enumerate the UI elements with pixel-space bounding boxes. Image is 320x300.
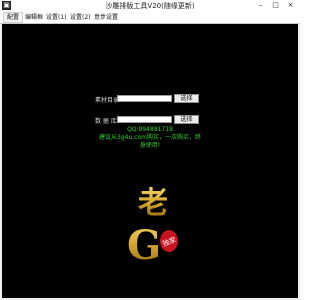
menu-item-advanced[interactable]: 意步设置	[91, 12, 121, 23]
maximize-button[interactable]: □	[271, 1, 280, 10]
material-dir-browse-button[interactable]: 选择	[174, 94, 199, 103]
purchase-advice-text: 建议从3g4u.com购买，一次购买，终	[99, 134, 201, 141]
database-browse-button[interactable]: 选择	[174, 115, 199, 124]
minimize-button[interactable]: –	[256, 1, 265, 10]
laog-logo: 老 G 独家	[127, 186, 178, 269]
close-button[interactable]: ×	[286, 1, 295, 10]
logo-char-big: G	[127, 222, 161, 269]
material-dir-input[interactable]	[117, 95, 172, 102]
menu-bar: 配置 编辑框 设置(1) 设置(2) 意步设置	[0, 12, 300, 24]
purchase-advice-text-2: 身使用!	[139, 142, 161, 149]
menu-item-settings-1[interactable]: 设置(1)	[43, 12, 70, 23]
window-title: 沙雕排版工具V20(随缘更新)	[105, 2, 195, 10]
database-input[interactable]	[117, 116, 172, 123]
material-dir-label: 素材目录	[95, 97, 120, 104]
main-panel: 素材目录 选择 数 据 库 选择 QQ:994881718 建议从3g4u.co…	[2, 24, 298, 298]
menu-item-config[interactable]: 配置	[3, 12, 24, 23]
title-bar: ▣ 沙雕排版工具V20(随缘更新) – □ ×	[0, 0, 300, 12]
database-label: 数 据 库	[95, 118, 117, 125]
logo-char-top: 老	[138, 186, 168, 221]
app-window: ▣ 沙雕排版工具V20(随缘更新) – □ × 配置 编辑框 设置(1) 设置(…	[0, 0, 300, 300]
menu-item-settings-2[interactable]: 设置(2)	[67, 12, 94, 23]
qq-contact-text: QQ:994881718	[127, 126, 173, 133]
